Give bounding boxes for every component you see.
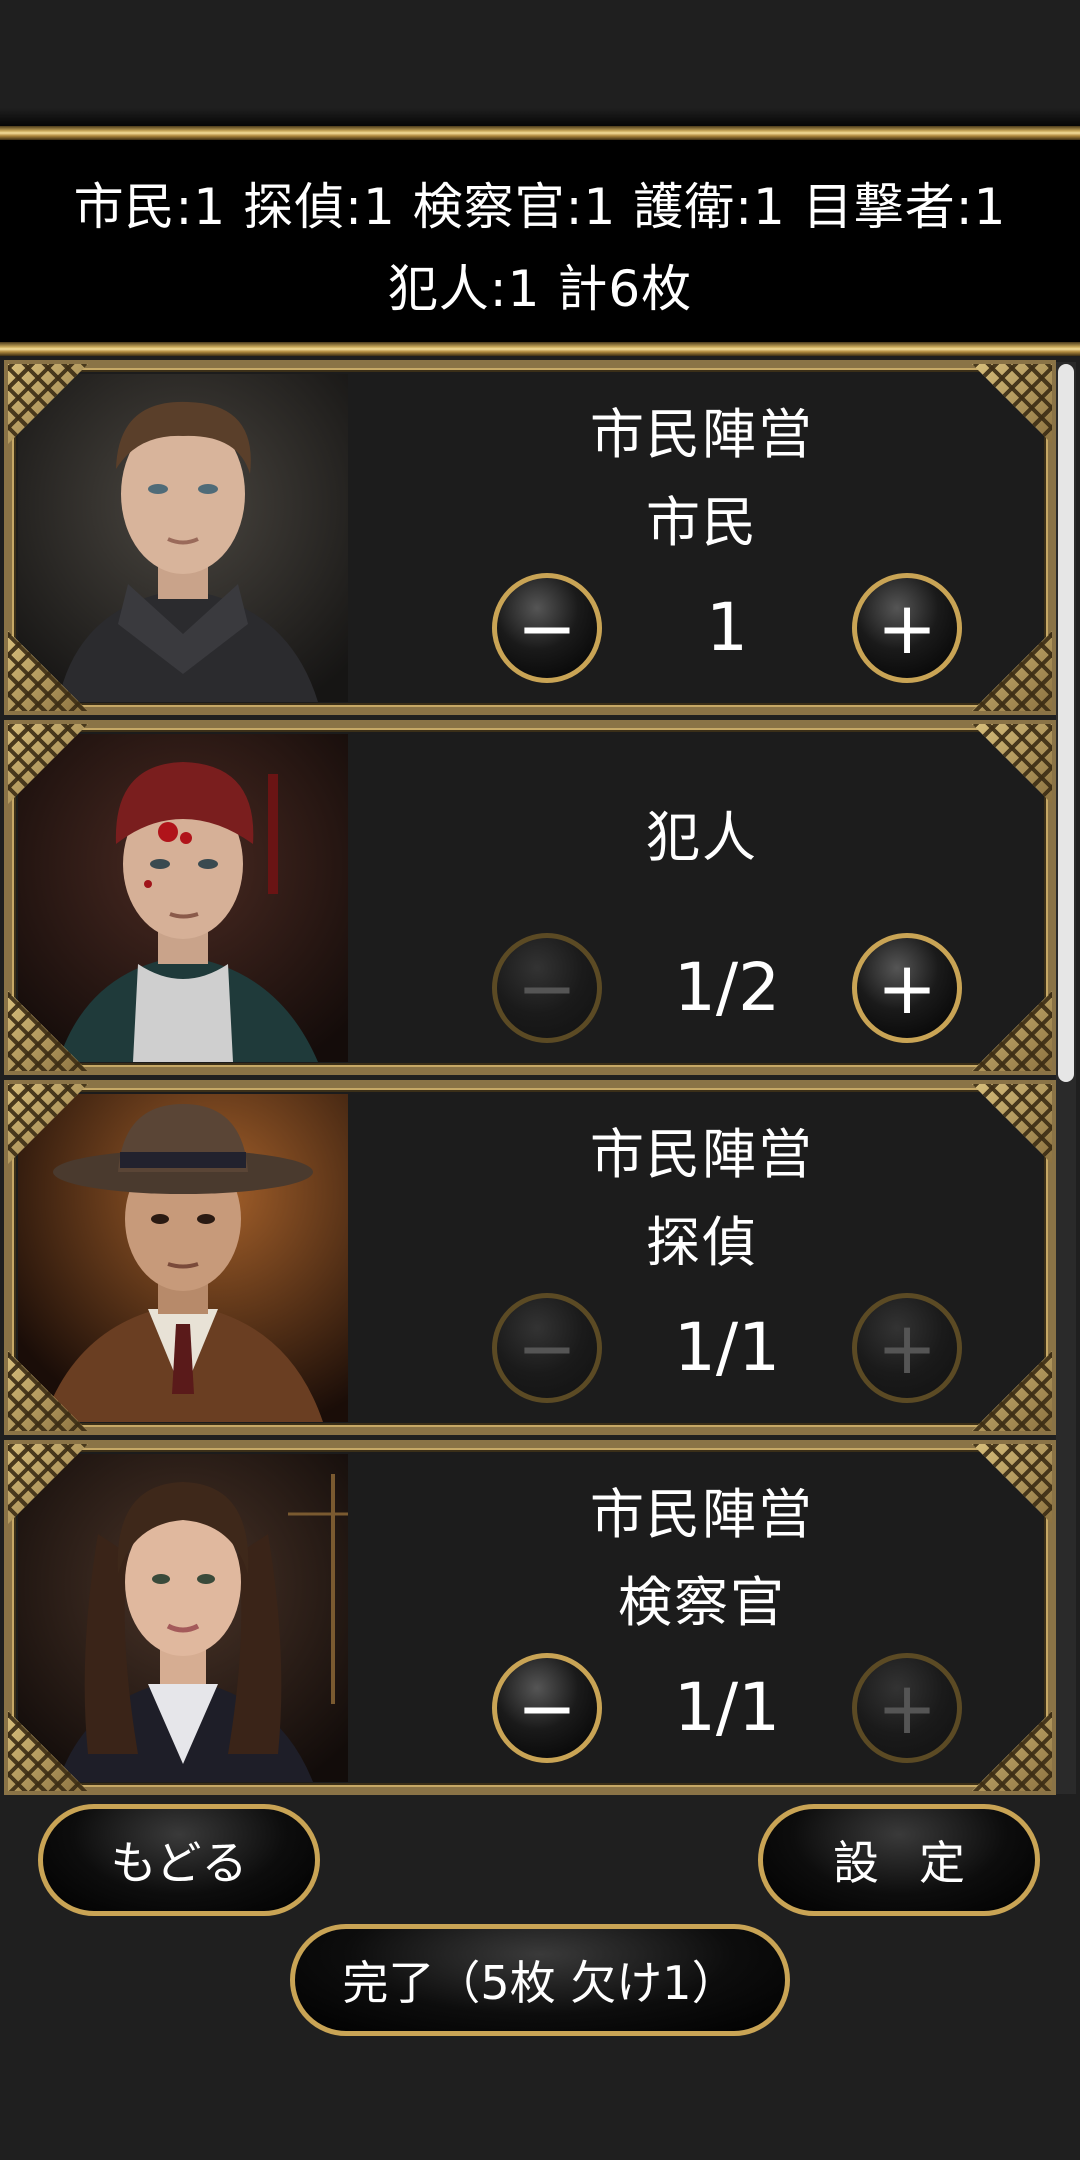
role-label: 探偵 bbox=[646, 1211, 758, 1274]
settings-button-label: 設定 bbox=[833, 1836, 1005, 1890]
detective-portrait bbox=[18, 1094, 348, 1422]
role-count: 1 bbox=[706, 589, 748, 666]
increment-button[interactable]: + bbox=[852, 933, 962, 1043]
plus-icon: + bbox=[876, 586, 938, 670]
role-card-prosecutor: 市民陣営 検察官 − 1/1 + bbox=[4, 1440, 1056, 1795]
faction-label: 市民陣営 bbox=[590, 403, 814, 466]
back-button-label: もどる bbox=[110, 1836, 248, 1890]
role-setup-screen: 市民:1 探偵:1 検察官:1 護衛:1 目撃者:1 犯人:1 計6枚 市民陣営… bbox=[0, 0, 1080, 2160]
increment-button[interactable]: + bbox=[852, 1653, 962, 1763]
done-button-label: 完了（5枚 欠け1） bbox=[342, 1956, 738, 2010]
decrement-button[interactable]: − bbox=[492, 573, 602, 683]
back-button[interactable]: もどる bbox=[38, 1804, 320, 1916]
role-card-citizen: 市民陣営 市民 − 1 + bbox=[4, 360, 1056, 715]
summary-line-1: 市民:1 探偵:1 検察官:1 護衛:1 目撃者:1 bbox=[73, 178, 1007, 236]
done-button[interactable]: 完了（5枚 欠け1） bbox=[290, 1924, 790, 2036]
prosecutor-info: 市民陣営 検察官 − 1/1 + bbox=[352, 1448, 1052, 1788]
role-count: 1/1 bbox=[673, 1309, 781, 1386]
role-summary-banner: 市民:1 探偵:1 検察官:1 護衛:1 目撃者:1 犯人:1 計6枚 bbox=[0, 108, 1080, 356]
culprit-info: 犯人 − 1/2 + bbox=[352, 728, 1052, 1068]
decrement-button[interactable]: − bbox=[492, 933, 602, 1043]
summary-line-2: 犯人:1 計6枚 bbox=[387, 260, 693, 318]
gold-divider-bottom bbox=[0, 342, 1080, 356]
minus-icon: − bbox=[516, 946, 578, 1030]
role-count: 1/1 bbox=[673, 1669, 781, 1746]
increment-button[interactable]: + bbox=[852, 573, 962, 683]
citizen-info: 市民陣営 市民 − 1 + bbox=[352, 368, 1052, 708]
minus-icon: − bbox=[516, 1666, 578, 1750]
culprit-portrait bbox=[18, 734, 348, 1062]
faction-label: 市民陣営 bbox=[590, 1123, 814, 1186]
citizen-portrait bbox=[18, 374, 348, 702]
role-label: 検察官 bbox=[618, 1571, 786, 1634]
role-label: 犯人 bbox=[646, 806, 758, 869]
prosecutor-portrait bbox=[18, 1454, 348, 1782]
role-count: 1/2 bbox=[673, 949, 781, 1026]
gold-divider-top bbox=[0, 126, 1080, 140]
scrollbar-thumb[interactable] bbox=[1058, 364, 1074, 1082]
decrement-button[interactable]: − bbox=[492, 1653, 602, 1763]
increment-button[interactable]: + bbox=[852, 1293, 962, 1403]
minus-icon: − bbox=[516, 586, 578, 670]
role-card-detective: 市民陣営 探偵 − 1/1 + bbox=[4, 1080, 1056, 1435]
role-card-culprit: 犯人 − 1/2 + bbox=[4, 720, 1056, 1075]
role-card-list[interactable]: 市民陣営 市民 − 1 + 犯人 − 1/2 + 市民陣営 探偵 − 1/1 +… bbox=[4, 360, 1056, 1796]
banner-fade bbox=[0, 108, 1080, 126]
plus-icon: + bbox=[876, 1306, 938, 1390]
detective-info: 市民陣営 探偵 − 1/1 + bbox=[352, 1088, 1052, 1428]
decrement-button[interactable]: − bbox=[492, 1293, 602, 1403]
minus-icon: − bbox=[516, 1306, 578, 1390]
settings-button[interactable]: 設定 bbox=[758, 1804, 1040, 1916]
plus-icon: + bbox=[876, 946, 938, 1030]
role-summary-text: 市民:1 探偵:1 検察官:1 護衛:1 目撃者:1 犯人:1 計6枚 bbox=[0, 166, 1080, 330]
plus-icon: + bbox=[876, 1666, 938, 1750]
role-label: 市民 bbox=[646, 491, 758, 554]
faction-label: 市民陣営 bbox=[590, 1483, 814, 1546]
